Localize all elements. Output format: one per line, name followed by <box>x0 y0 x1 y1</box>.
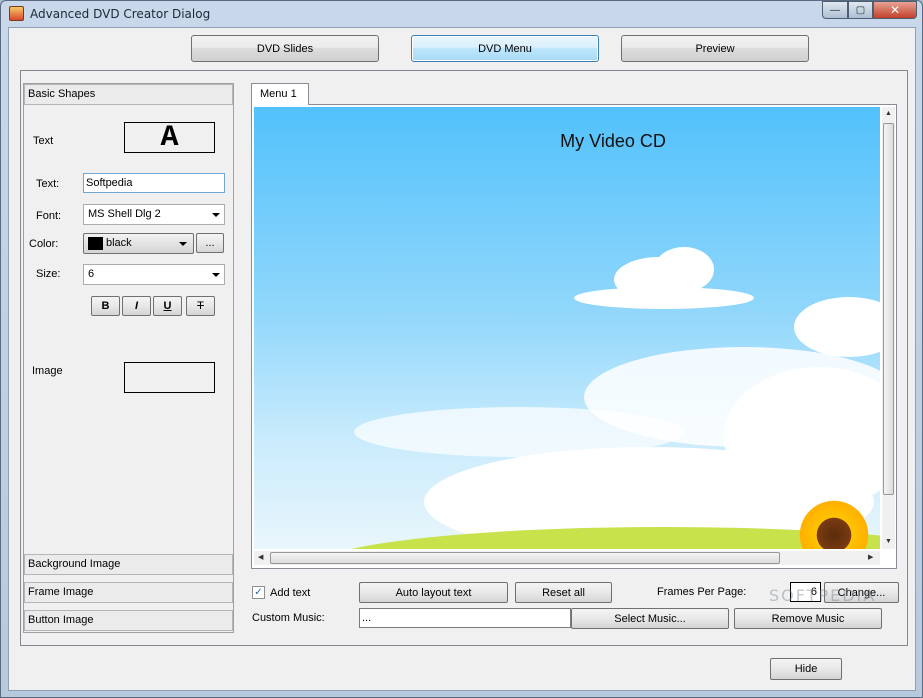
font-label: Font: <box>36 210 62 222</box>
maximize-button[interactable]: ▢ <box>848 1 873 19</box>
cloud-shape <box>574 287 754 309</box>
chevron-down-icon <box>212 273 220 277</box>
italic-button[interactable]: I <box>122 296 151 316</box>
size-select[interactable]: 6 <box>83 264 225 285</box>
menu-canvas[interactable]: My Video CD <box>254 107 880 549</box>
hide-button[interactable]: Hide <box>770 658 842 680</box>
softpedia-watermark: SOFTPEDIA <box>769 586 877 605</box>
frames-per-page-label: Frames Per Page: <box>657 586 747 598</box>
select-music-button[interactable]: Select Music... <box>571 608 729 629</box>
scroll-left-icon[interactable]: ◀ <box>258 553 263 561</box>
close-icon: ✕ <box>889 3 901 17</box>
menu-canvas-frame: My Video CD ▲ ▼ ◀ ▶ <box>251 104 897 569</box>
scroll-right-icon[interactable]: ▶ <box>868 553 873 561</box>
image-shape-label: Image <box>32 365 63 377</box>
text-input[interactable]: Softpedia <box>83 173 225 193</box>
auto-layout-text-button[interactable]: Auto layout text <box>359 582 508 603</box>
menu-title-text[interactable]: My Video CD <box>254 131 880 152</box>
minimize-icon: — <box>830 4 840 16</box>
text-shape-glyph: A <box>160 120 179 155</box>
background-image-header[interactable]: Background Image <box>24 554 233 575</box>
underline-button[interactable]: U <box>153 296 182 316</box>
cloud-shape <box>794 297 880 357</box>
dialog-client-area: DVD Slides DVD Menu Preview Basic Shapes… <box>8 27 916 691</box>
color-label: Color: <box>29 238 59 250</box>
size-label: Size: <box>36 268 61 280</box>
text-field-label: Text: <box>36 178 60 190</box>
scroll-down-icon[interactable]: ▼ <box>885 538 892 545</box>
strikethrough-button[interactable]: T <box>186 296 215 316</box>
color-more-button[interactable]: ... <box>196 233 224 253</box>
dvd-menu-button[interactable]: DVD Menu <box>411 35 599 62</box>
window-title: Advanced DVD Creator Dialog <box>30 7 211 21</box>
chevron-down-icon <box>179 242 187 246</box>
font-select[interactable]: MS Shell Dlg 2 <box>83 204 225 225</box>
title-bar[interactable]: Advanced DVD Creator Dialog — ▢ ✕ <box>1 1 922 27</box>
color-swatch <box>88 237 103 250</box>
cloud-shape <box>654 247 714 292</box>
dvd-slides-button[interactable]: DVD Slides <box>191 35 379 62</box>
button-image-header[interactable]: Button Image <box>24 610 233 631</box>
chevron-down-icon <box>212 213 220 217</box>
font-value: MS Shell Dlg 2 <box>88 208 161 220</box>
caption-buttons: — ▢ ✕ <box>822 1 917 19</box>
reset-all-button[interactable]: Reset all <box>515 582 612 603</box>
bold-button[interactable]: B <box>91 296 120 316</box>
add-text-checkbox[interactable]: ✓ <box>252 586 265 599</box>
basic-shapes-header[interactable]: Basic Shapes <box>24 84 233 105</box>
tab-menu-1[interactable]: Menu 1 <box>251 83 309 105</box>
scroll-up-icon[interactable]: ▲ <box>885 110 892 117</box>
close-button[interactable]: ✕ <box>873 1 917 19</box>
vertical-scroll-thumb[interactable] <box>883 123 894 495</box>
dialog-window: Advanced DVD Creator Dialog — ▢ ✕ DVD Sl… <box>0 0 923 698</box>
add-text-label: Add text <box>270 587 311 599</box>
text-shape-label: Text <box>33 135 54 147</box>
custom-music-input[interactable]: ... <box>359 608 571 628</box>
vertical-scrollbar[interactable]: ▲ ▼ <box>882 107 895 549</box>
remove-music-button[interactable]: Remove Music <box>734 608 882 629</box>
color-value: black <box>106 237 132 249</box>
text-shape-preview[interactable]: A <box>124 122 215 153</box>
color-select[interactable]: black <box>83 233 194 254</box>
custom-music-label: Custom Music: <box>252 612 325 624</box>
horizontal-scrollbar[interactable]: ◀ ▶ <box>254 551 880 565</box>
frame-image-header[interactable]: Frame Image <box>24 582 233 603</box>
image-shape-preview[interactable] <box>124 362 215 393</box>
minimize-button[interactable]: — <box>822 1 848 19</box>
preview-button[interactable]: Preview <box>621 35 809 62</box>
horizontal-scroll-thumb[interactable] <box>270 552 780 564</box>
maximize-icon: ▢ <box>855 4 866 16</box>
size-value: 6 <box>88 268 95 280</box>
app-icon <box>9 6 24 21</box>
shapes-panel: Basic Shapes Text A Text: Softpedia Font… <box>23 83 234 633</box>
